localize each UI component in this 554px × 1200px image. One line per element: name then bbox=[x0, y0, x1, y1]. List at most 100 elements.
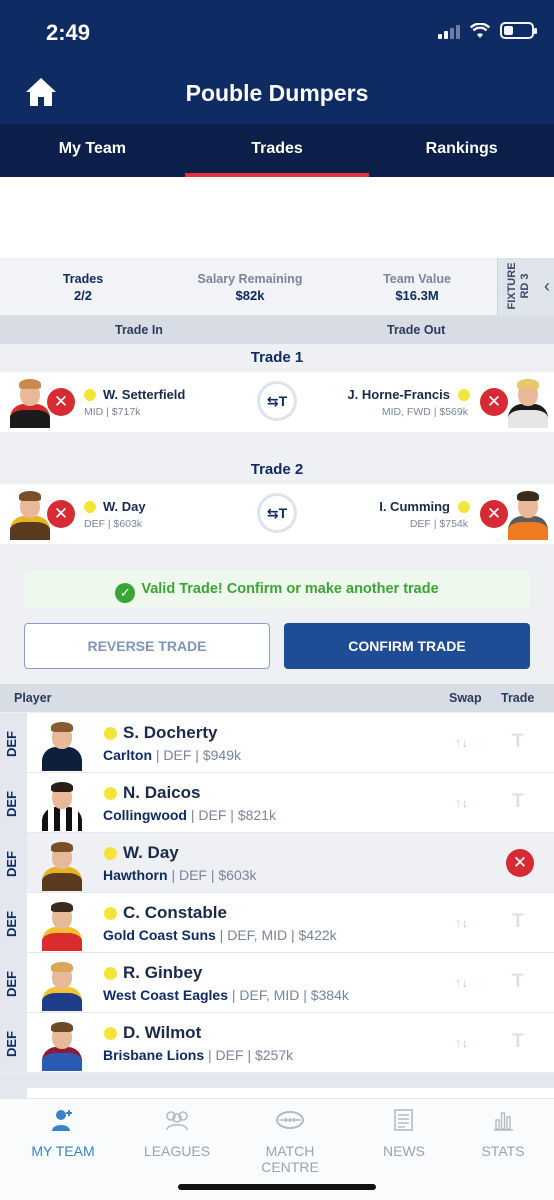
trade-columns-header: Trade In Trade Out bbox=[0, 316, 554, 344]
avatar bbox=[40, 719, 84, 771]
trade-button[interactable]: T bbox=[512, 911, 524, 933]
status-dot bbox=[84, 389, 96, 401]
avatar bbox=[506, 376, 550, 428]
stats-icon bbox=[494, 1112, 513, 1131]
status-time: 2:49 bbox=[46, 20, 91, 45]
player-row[interactable]: DEF N. Daicos Collingwood | DEF | $821k … bbox=[0, 773, 554, 833]
avatar bbox=[40, 899, 84, 951]
trade-summary: Trades 2/2 Salary Remaining $82k Team Va… bbox=[0, 258, 554, 316]
trade-button[interactable]: T bbox=[512, 731, 524, 753]
player-row[interactable]: DEF W. Day Hawthorn | DEF | $603k ✕ bbox=[0, 833, 554, 893]
trade-button[interactable]: T bbox=[512, 791, 524, 813]
app-header: 2:49 Pouble Dumpers bbox=[0, 0, 554, 124]
trade-out-player-name: I. Cumming bbox=[379, 499, 450, 514]
trades-count: Trades 2/2 bbox=[62, 272, 104, 303]
status-dot bbox=[104, 1027, 117, 1040]
blank-area bbox=[0, 177, 554, 258]
nav-leagues[interactable]: LEAGUES bbox=[122, 1105, 232, 1159]
check-icon: ✓ bbox=[115, 583, 136, 603]
avatar bbox=[40, 959, 84, 1011]
nav-news[interactable]: NEWS bbox=[349, 1105, 459, 1159]
chevron-left-icon: ‹ bbox=[544, 276, 550, 296]
player-row[interactable]: DEF C. Constable Gold Coast Suns | DEF, … bbox=[0, 893, 554, 953]
tab-trades[interactable]: Trades bbox=[184, 124, 370, 177]
leagues-icon bbox=[166, 1111, 188, 1131]
swap-icon[interactable]: ↑↓ bbox=[455, 1035, 468, 1050]
trade-out-player-meta: DEF | $754k bbox=[409, 518, 468, 530]
player-row[interactable]: DEF R. Ginbey West Coast Eagles | DEF, M… bbox=[0, 953, 554, 1013]
wifi-icon bbox=[470, 22, 490, 38]
remove-trade-out-button[interactable]: ✕ bbox=[480, 388, 508, 416]
fixture-drawer-tab[interactable]: FIXTURE RD 3 ‹ bbox=[497, 258, 554, 316]
player-info: Hawthorn | DEF | $603k bbox=[103, 867, 257, 883]
status-dot bbox=[84, 501, 96, 513]
player-row[interactable]: DEF S. Docherty Carlton | DEF | $949k ↑↓… bbox=[0, 713, 554, 773]
remove-trade-in-button[interactable]: ✕ bbox=[47, 388, 75, 416]
confirm-trade-button[interactable]: CONFIRM TRADE bbox=[284, 623, 530, 669]
trade-2-title: Trade 2 bbox=[250, 461, 304, 478]
position-label: DEF bbox=[0, 893, 27, 953]
avatar bbox=[40, 779, 84, 831]
remove-player-button[interactable]: ✕ bbox=[506, 849, 534, 877]
status-dot bbox=[104, 787, 117, 800]
avatar bbox=[8, 376, 52, 428]
position-label: DEF bbox=[0, 953, 27, 1013]
remove-trade-in-button[interactable]: ✕ bbox=[47, 500, 75, 528]
status-dot bbox=[104, 847, 117, 860]
avatar bbox=[40, 1019, 84, 1071]
player-info: West Coast Eagles | DEF, MID | $384k bbox=[103, 987, 349, 1003]
player-name: S. Docherty bbox=[123, 723, 218, 742]
trade-1-title: Trade 1 bbox=[250, 349, 304, 366]
next-row-partial bbox=[0, 1074, 554, 1098]
nav-my-team[interactable]: MY TEAM bbox=[8, 1105, 118, 1159]
trade-1-row: ✕ W. Setterfield MID | $717k ⇆T J. Horne… bbox=[0, 372, 554, 432]
home-indicator bbox=[178, 1184, 376, 1190]
player-name: C. Constable bbox=[123, 903, 227, 922]
team-value: Team Value $16.3M bbox=[383, 272, 451, 303]
player-info: Gold Coast Suns | DEF, MID | $422k bbox=[103, 927, 337, 943]
trade-button[interactable]: T bbox=[512, 1031, 524, 1053]
match-centre-icon bbox=[276, 1111, 304, 1129]
trade-in-player-meta: DEF | $603k bbox=[84, 518, 143, 530]
news-icon bbox=[394, 1109, 413, 1131]
my-team-icon bbox=[52, 1110, 72, 1131]
player-name: W. Day bbox=[123, 843, 179, 862]
avatar bbox=[506, 488, 550, 540]
battery-icon bbox=[500, 22, 537, 39]
tab-rankings[interactable]: Rankings bbox=[369, 124, 554, 177]
status-dot bbox=[458, 389, 470, 401]
player-name: N. Daicos bbox=[123, 783, 201, 802]
swap-trade-icon[interactable]: ⇆T bbox=[257, 493, 297, 533]
trade-in-player-name: W. Setterfield bbox=[103, 387, 186, 402]
remove-trade-out-button[interactable]: ✕ bbox=[480, 500, 508, 528]
player-row[interactable]: DEF D. Wilmot Brisbane Lions | DEF | $25… bbox=[0, 1013, 554, 1073]
position-label: DEF bbox=[0, 1013, 27, 1073]
status-dot bbox=[104, 727, 117, 740]
player-info: Carlton | DEF | $949k bbox=[103, 747, 241, 763]
swap-icon[interactable]: ↑↓ bbox=[455, 975, 468, 990]
swap-icon[interactable]: ↑↓ bbox=[455, 915, 468, 930]
player-info: Brisbane Lions | DEF | $257k bbox=[103, 1047, 294, 1063]
salary-remaining: Salary Remaining $82k bbox=[197, 272, 303, 303]
player-name: R. Ginbey bbox=[123, 963, 203, 982]
trade-in-player-name: W. Day bbox=[103, 499, 146, 514]
signal-icon bbox=[438, 23, 460, 39]
player-list-header: Player Swap Trade bbox=[0, 684, 554, 712]
reverse-trade-button[interactable]: REVERSE TRADE bbox=[24, 623, 270, 669]
position-label: DEF bbox=[0, 713, 27, 773]
trade-out-player-name: J. Horne-Francis bbox=[347, 387, 450, 402]
valid-trade-message: ✓ Valid Trade! Confirm or make another tr… bbox=[24, 570, 530, 608]
page-title: Pouble Dumpers bbox=[185, 80, 369, 106]
nav-match-centre[interactable]: MATCH CENTRE bbox=[235, 1105, 345, 1175]
swap-icon[interactable]: ↑↓ bbox=[455, 735, 468, 750]
tab-my-team[interactable]: My Team bbox=[0, 124, 185, 177]
swap-icon[interactable]: ↑↓ bbox=[455, 795, 468, 810]
trade-button[interactable]: T bbox=[512, 971, 524, 993]
player-info: Collingwood | DEF | $821k bbox=[103, 807, 276, 823]
position-label: DEF bbox=[0, 773, 27, 833]
trade-in-player-meta: MID | $717k bbox=[84, 406, 141, 418]
nav-stats[interactable]: STATS bbox=[448, 1105, 554, 1159]
player-name: D. Wilmot bbox=[123, 1023, 202, 1042]
avatar bbox=[8, 488, 52, 540]
swap-trade-icon[interactable]: ⇆T bbox=[257, 381, 297, 421]
